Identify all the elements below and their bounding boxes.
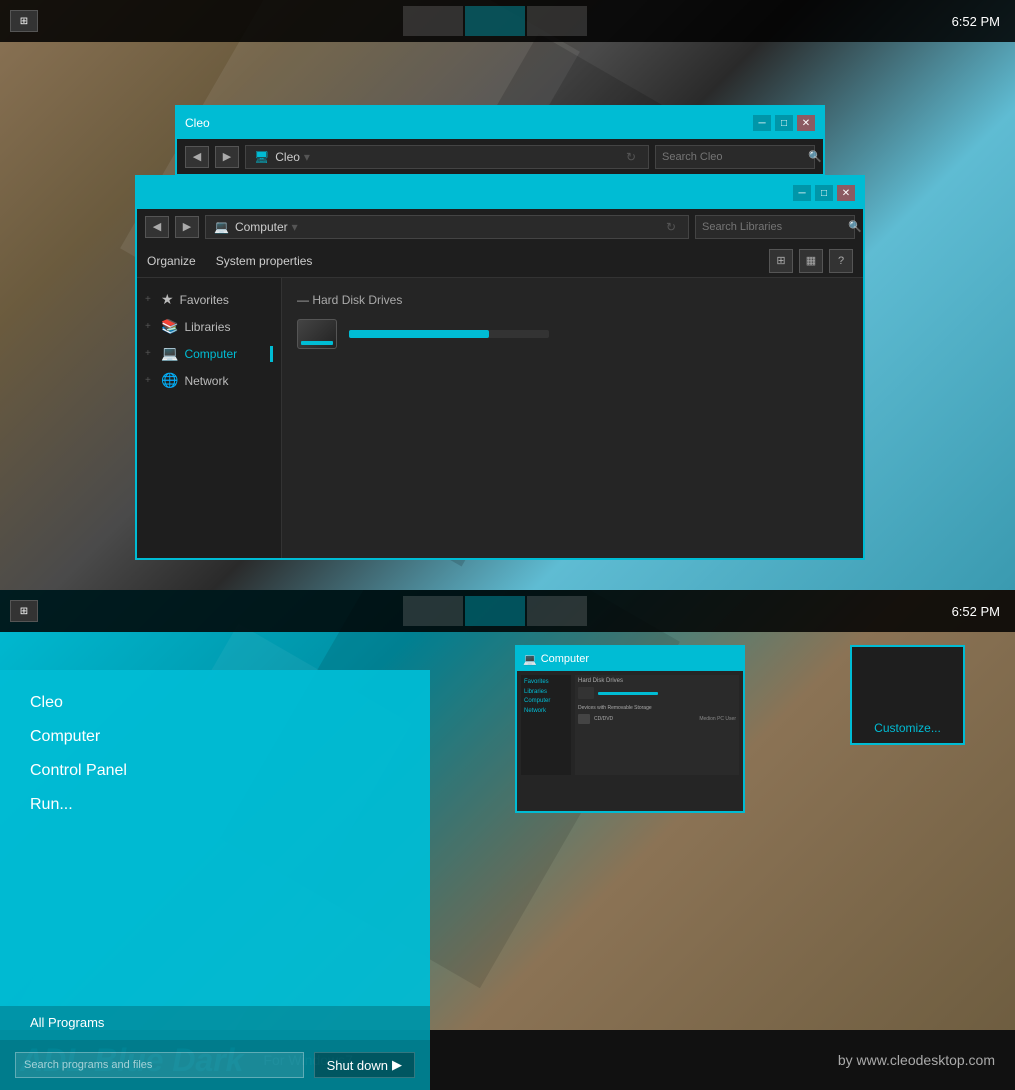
taskbar-tab-1[interactable] (403, 6, 463, 36)
hdd-progress-bar (349, 330, 549, 338)
start-button-bottom[interactable]: ⊞ (10, 600, 38, 622)
search-box-back[interactable]: 🔍 (655, 145, 815, 169)
minimize-btn-front[interactable]: ─ (793, 185, 811, 201)
clock-bottom: 6:52 PM (952, 604, 1015, 619)
favorites-label: Favorites (180, 293, 229, 307)
forward-btn-front[interactable]: ▶ (175, 216, 199, 238)
sidebar-item-network[interactable]: + 🌐 Network (137, 367, 281, 394)
customize-label[interactable]: Customize... (874, 721, 941, 735)
system-properties-btn[interactable]: System properties (216, 254, 313, 268)
taskbar-tab-b3[interactable] (527, 596, 587, 626)
taskbar-tab-2[interactable] (465, 6, 525, 36)
start-menu-item-cleo[interactable]: Cleo (30, 690, 400, 716)
active-indicator (270, 346, 273, 362)
explorer-window-back: Cleo ─ □ ✕ ◀ ▶ 🖥 Cleo ▾ ↻ 🔍 (175, 105, 825, 176)
explorer-body: + ★ Favorites + 📚 Libraries + 💻 Computer… (137, 278, 863, 558)
address-path-back[interactable]: 🖥 Cleo ▾ ↻ (245, 145, 649, 169)
taskbar-top: ⊞ 6:52 PM (0, 0, 1015, 42)
sidebar-item-computer[interactable]: + 💻 Computer (137, 340, 281, 367)
maximize-btn-front[interactable]: □ (815, 185, 833, 201)
sidebar-panel: + ★ Favorites + 📚 Libraries + 💻 Computer… (137, 278, 282, 558)
address-path-front[interactable]: 💻 Computer ▾ ↻ (205, 215, 689, 239)
clock-top: 6:52 PM (952, 14, 1015, 29)
help-btn[interactable]: ? (829, 249, 853, 273)
back-btn-back[interactable]: ◀ (185, 146, 209, 168)
expand-favorites-icon: + (145, 294, 155, 305)
preview-title-label: Computer (541, 653, 589, 665)
customize-thumb[interactable]: Customize... (850, 645, 965, 745)
start-menu-body: Cleo Computer Control Panel Run... (0, 670, 430, 1006)
hdd-item (297, 319, 848, 349)
view-tiles-btn[interactable]: ⊞ (769, 249, 793, 273)
addressbar-back: ◀ ▶ 🖥 Cleo ▾ ↻ 🔍 (177, 139, 823, 174)
start-menu: Cleo Computer Control Panel Run... All P… (0, 670, 430, 1090)
search-programs-input[interactable] (24, 1059, 295, 1071)
start-menu-item-run[interactable]: Run... (30, 792, 400, 818)
preview-computer-icon: 💻 (523, 653, 537, 666)
bottom-section: ⊞ 6:52 PM Cleo Computer Control Panel Ru… (0, 590, 1015, 1090)
minimize-btn-back[interactable]: ─ (753, 115, 771, 131)
start-button-top[interactable]: ⊞ (10, 10, 38, 32)
taskbar-tab-b2[interactable] (465, 596, 525, 626)
back-btn-front[interactable]: ◀ (145, 216, 169, 238)
addressbar-front: ◀ ▶ 💻 Computer ▾ ↻ 🔍 (137, 209, 863, 244)
shutdown-arrow-icon: ▶ (392, 1057, 402, 1073)
expand-libraries-icon: + (145, 321, 155, 332)
maximize-btn-back[interactable]: □ (775, 115, 793, 131)
favorites-icon: ★ (161, 291, 174, 308)
preview-titlebar: 💻 Computer (517, 647, 743, 671)
preview-body: FavoritesLibrariesComputerNetwork Hard D… (517, 671, 743, 811)
hdd-progress-fill (349, 330, 489, 338)
libraries-label: Libraries (184, 320, 230, 334)
start-menu-item-computer[interactable]: Computer (30, 724, 400, 750)
taskbar-tabs-bottom (403, 596, 587, 626)
expand-computer-icon: + (145, 348, 155, 359)
view-list-btn[interactable]: ▦ (799, 249, 823, 273)
start-menu-item-control-panel[interactable]: Control Panel (30, 758, 400, 784)
explorer-window-front: ─ □ ✕ ◀ ▶ 💻 Computer ▾ ↻ 🔍 Organize Syst… (135, 175, 865, 560)
search-input-front[interactable] (702, 221, 844, 233)
titlebar-front: ─ □ ✕ (137, 177, 863, 209)
computer-icon: 💻 (161, 345, 178, 362)
taskbar-tab-b1[interactable] (403, 596, 463, 626)
sidebar-item-libraries[interactable]: + 📚 Libraries (137, 313, 281, 340)
footer-byline: by www.cleodesktop.com (838, 1052, 995, 1068)
organize-btn[interactable]: Organize (147, 254, 196, 268)
search-icon-front: 🔍 (848, 220, 862, 233)
all-programs-label[interactable]: All Programs (30, 1015, 104, 1030)
computer-label: Computer (184, 347, 237, 361)
taskbar-tabs-top (403, 6, 587, 36)
forward-btn-back[interactable]: ▶ (215, 146, 239, 168)
all-programs-section: All Programs (0, 1006, 430, 1040)
explorer-back-title: Cleo (185, 116, 210, 130)
top-section: ⊞ 6:52 PM Cleo ─ □ ✕ ◀ ▶ 🖥 Cleo ▾ (0, 0, 1015, 590)
explorer-toolbar: Organize System properties ⊞ ▦ ? (137, 244, 863, 278)
taskbar-tab-3[interactable] (527, 6, 587, 36)
search-programs-box[interactable] (15, 1052, 304, 1078)
search-icon-back: 🔍 (808, 150, 822, 163)
libraries-icon: 📚 (161, 318, 178, 335)
titlebar-back: Cleo ─ □ ✕ (177, 107, 823, 139)
computer-preview-thumb[interactable]: 💻 Computer FavoritesLibrariesComputerNet… (515, 645, 745, 813)
search-input-back[interactable] (662, 151, 804, 163)
explorer-main-content: — Hard Disk Drives (282, 278, 863, 558)
network-label: Network (184, 374, 228, 388)
sidebar-item-favorites[interactable]: + ★ Favorites (137, 286, 281, 313)
close-btn-front[interactable]: ✕ (837, 185, 855, 201)
hdd-icon (297, 319, 337, 349)
shutdown-label: Shut down (327, 1058, 388, 1073)
section-header-hdd: — Hard Disk Drives (297, 293, 848, 307)
toolbar-icons: ⊞ ▦ ? (769, 249, 853, 273)
expand-network-icon: + (145, 375, 155, 386)
search-box-front[interactable]: 🔍 (695, 215, 855, 239)
shutdown-button[interactable]: Shut down ▶ (314, 1052, 415, 1078)
close-btn-back[interactable]: ✕ (797, 115, 815, 131)
start-menu-bottom-bar: Shut down ▶ (0, 1040, 430, 1090)
network-icon: 🌐 (161, 372, 178, 389)
taskbar-bottom: ⊞ 6:52 PM (0, 590, 1015, 632)
